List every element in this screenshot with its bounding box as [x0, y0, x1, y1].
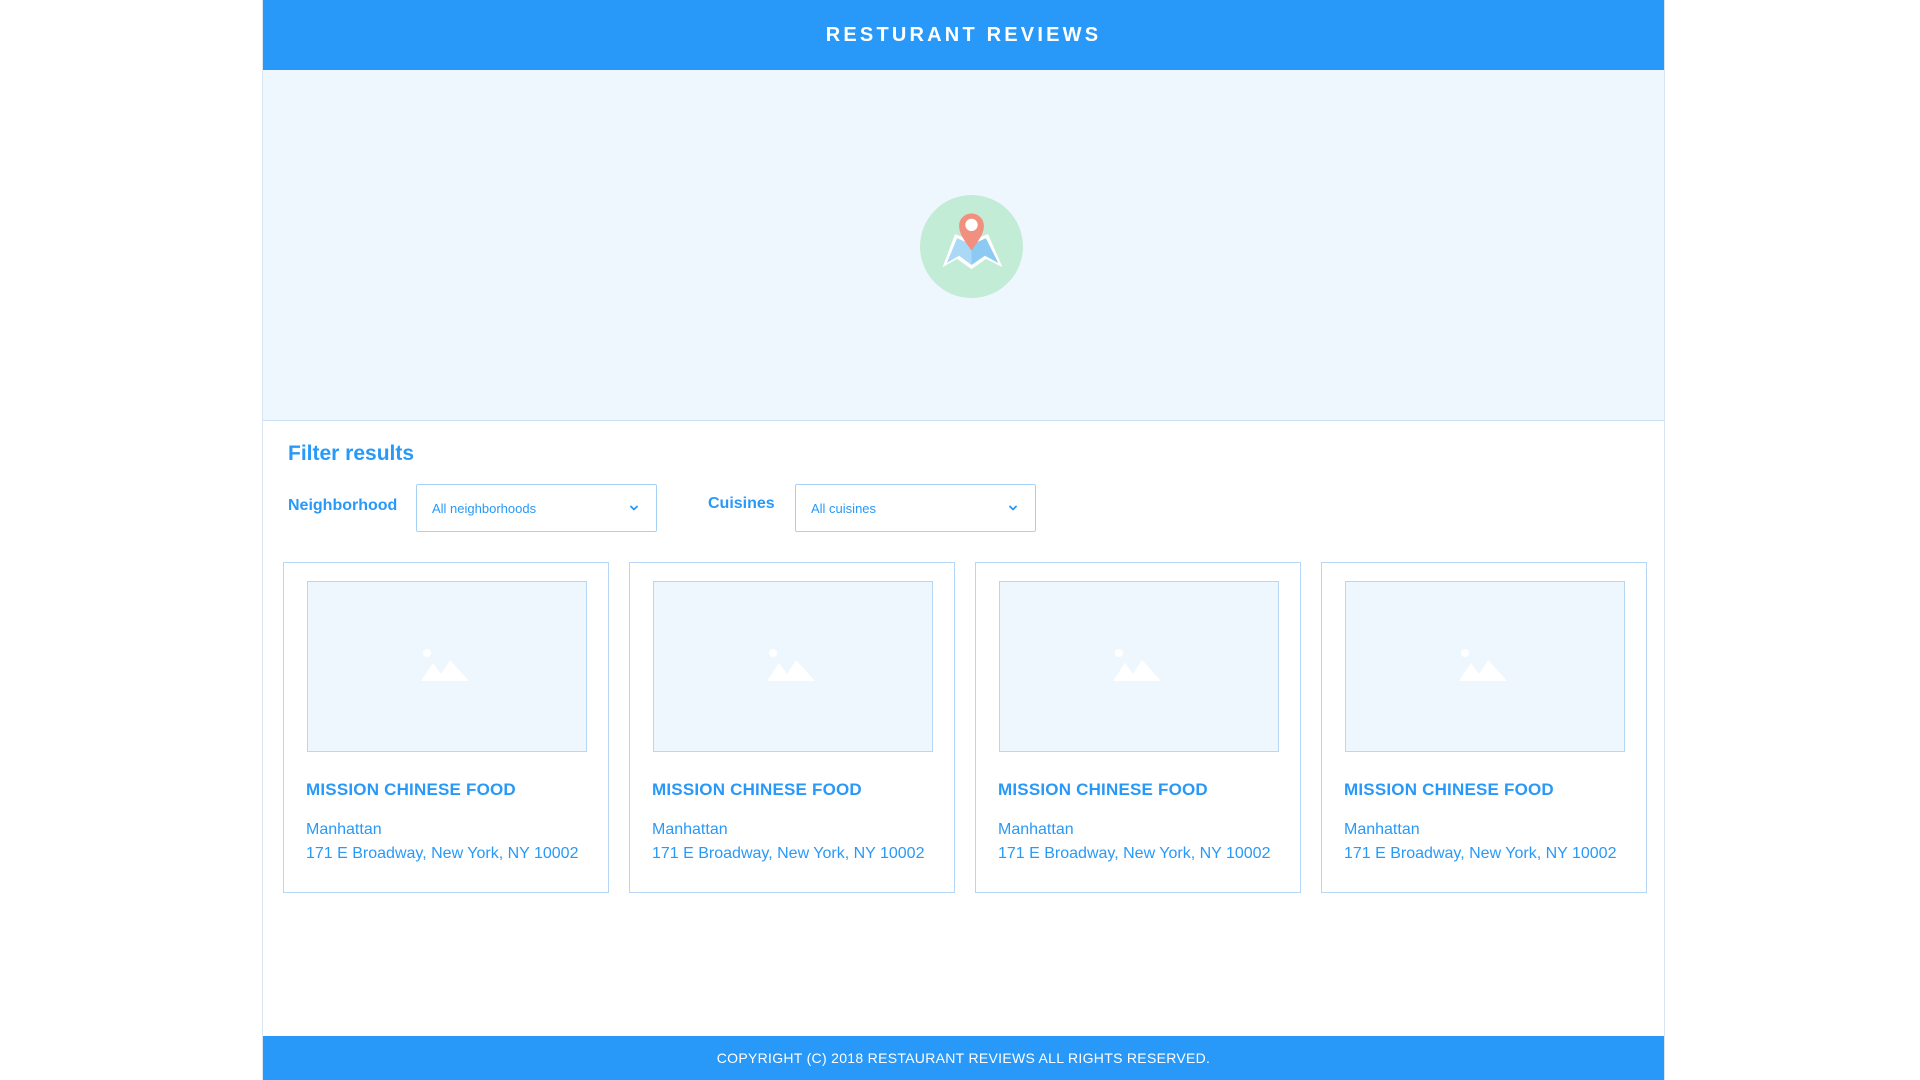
restaurant-neighborhood: Manhattan	[1344, 821, 1420, 838]
chevron-down-icon	[630, 505, 638, 511]
top-nav-bar: RESTURANT REVIEWS	[263, 0, 1664, 70]
neighborhood-select[interactable]: All neighborhoods	[416, 484, 657, 532]
copyright-text: COPYRIGHT (C) 2018 RESTAURANT REVIEWS AL…	[716, 1050, 1211, 1066]
restaurant-image	[1345, 581, 1625, 752]
site-title[interactable]: RESTURANT REVIEWS	[826, 24, 1102, 47]
restaurant-address: 171 E Broadway, New York, NY 10002	[998, 845, 1271, 862]
restaurant-name[interactable]: MISSION CHINESE FOOD	[306, 780, 516, 800]
filter-results-heading: Filter results	[288, 442, 415, 465]
image-placeholder-icon	[1459, 649, 1507, 681]
restaurant-neighborhood: Manhattan	[652, 821, 728, 838]
chevron-down-icon	[1009, 505, 1017, 511]
restaurant-card[interactable]: MISSION CHINESE FOOD Manhattan 171 E Bro…	[283, 562, 609, 893]
restaurant-neighborhood: Manhattan	[998, 821, 1074, 838]
restaurant-neighborhood: Manhattan	[306, 821, 382, 838]
neighborhood-label: Neighborhood	[288, 497, 398, 514]
neighborhood-select-value: All neighborhoods	[432, 500, 537, 516]
restaurant-address: 171 E Broadway, New York, NY 10002	[1344, 845, 1617, 862]
restaurant-name[interactable]: MISSION CHINESE FOOD	[652, 780, 862, 800]
cuisines-select-value: All cuisines	[811, 500, 877, 516]
map-area[interactable]	[263, 70, 1664, 421]
restaurant-image	[307, 581, 587, 752]
page-footer: COPYRIGHT (C) 2018 RESTAURANT REVIEWS AL…	[263, 1036, 1664, 1080]
restaurant-card[interactable]: MISSION CHINESE FOOD Manhattan 171 E Bro…	[629, 562, 955, 893]
restaurant-address: 171 E Broadway, New York, NY 10002	[306, 845, 579, 862]
cuisines-label: Cuisines	[708, 495, 775, 512]
restaurant-image	[999, 581, 1279, 752]
restaurant-address: 171 E Broadway, New York, NY 10002	[652, 845, 925, 862]
restaurant-image	[653, 581, 933, 752]
cuisines-select[interactable]: All cuisines	[795, 484, 1036, 532]
image-placeholder-icon	[421, 649, 469, 681]
page-container: RESTURANT REVIEWS Filter results Neighbo…	[262, 0, 1665, 1080]
restaurant-name[interactable]: MISSION CHINESE FOOD	[998, 780, 1208, 800]
image-placeholder-icon	[1113, 649, 1161, 681]
restaurant-card[interactable]: MISSION CHINESE FOOD Manhattan 171 E Bro…	[1321, 562, 1647, 893]
restaurant-card[interactable]: MISSION CHINESE FOOD Manhattan 171 E Bro…	[975, 562, 1301, 893]
map-pin-icon	[920, 195, 1023, 298]
restaurant-name[interactable]: MISSION CHINESE FOOD	[1344, 780, 1554, 800]
image-placeholder-icon	[767, 649, 815, 681]
